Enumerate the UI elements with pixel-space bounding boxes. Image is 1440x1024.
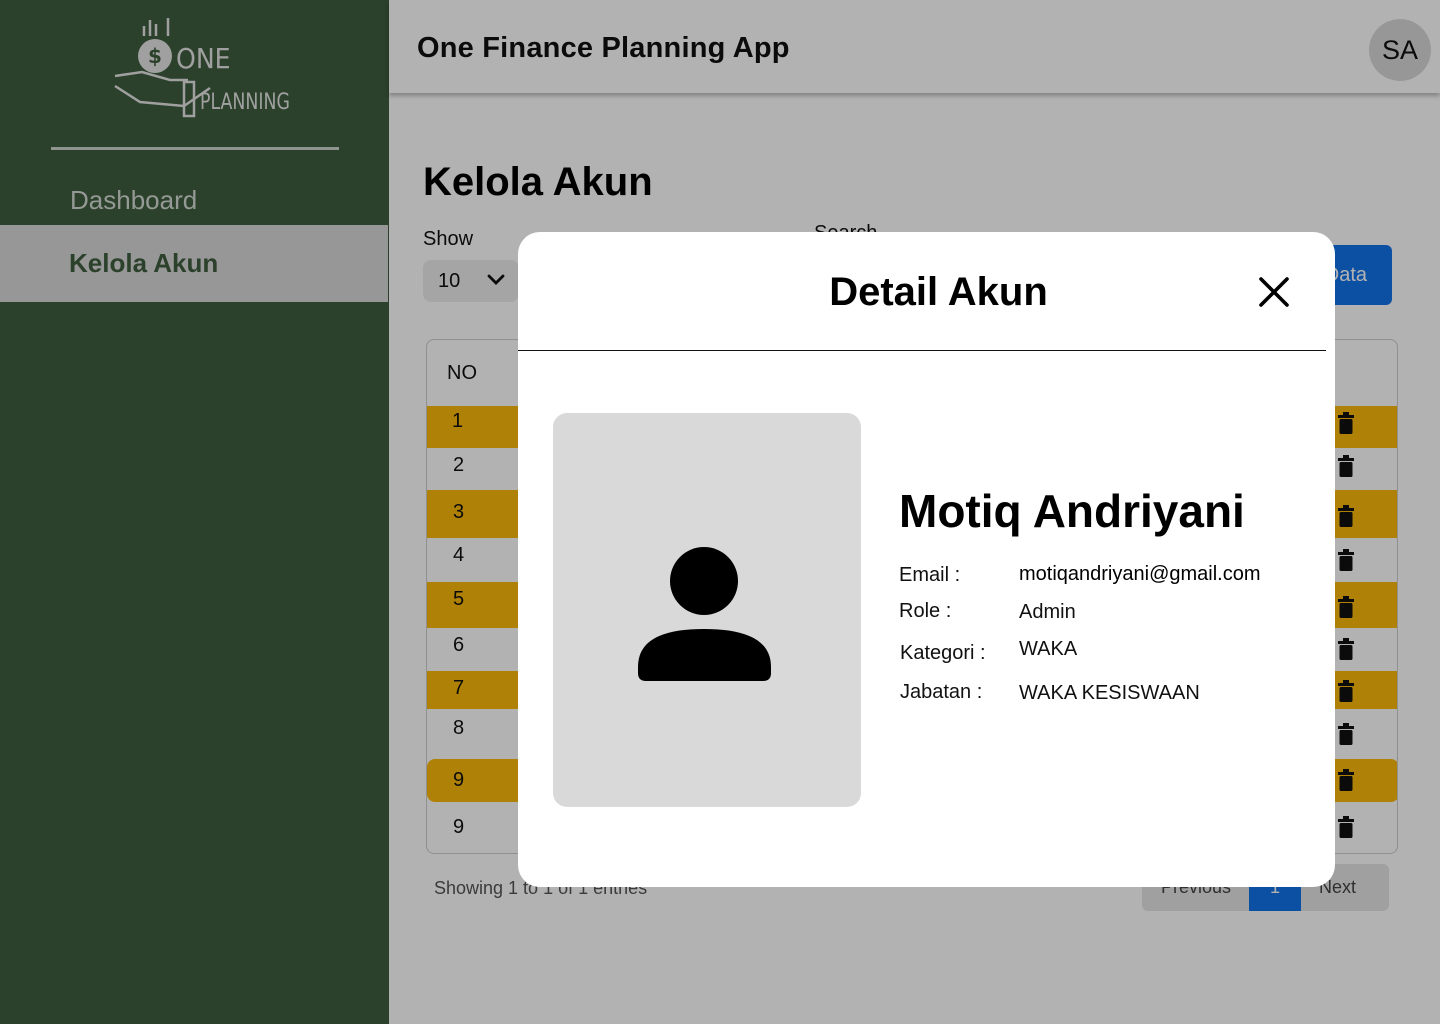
user-icon [638, 547, 771, 681]
jabatan-label: Jabatan : [900, 681, 983, 703]
email-label: Email : [899, 564, 961, 586]
kategori-value: WAKA [1019, 638, 1078, 660]
kategori-label: Kategori : [900, 642, 986, 664]
email-value: motiqandriyani@gmail.com [1019, 563, 1261, 585]
user-full-name: Motiq Andriyani [899, 485, 1245, 537]
modal-title: Detail Akun [829, 270, 1048, 314]
close-icon[interactable] [1256, 274, 1292, 310]
modal-divider [518, 350, 1326, 351]
role-label: Role : [899, 600, 952, 622]
role-value: Admin [1019, 601, 1076, 623]
jabatan-value: WAKA KESISWAAN [1019, 682, 1200, 704]
detail-akun-modal: Detail Akun Motiq Andriyani Email : moti… [518, 232, 1335, 887]
profile-photo-placeholder [553, 413, 861, 807]
